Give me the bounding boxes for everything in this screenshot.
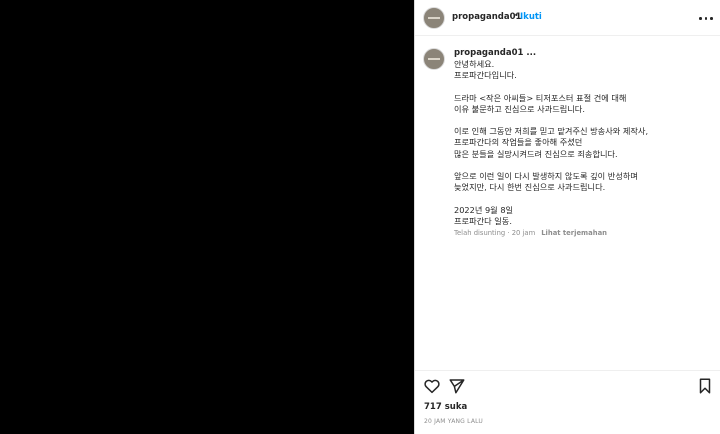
avatar[interactable] (423, 7, 445, 29)
bookmark-icon[interactable] (696, 377, 714, 395)
caption-text: 안녕하세요. 프로파간다입니다. 드라마 <작은 아씨들> 티저포스터 표절 건… (454, 59, 649, 226)
post-side-panel: propaganda01 • Ikuti propaganda01 ... 안녕… (414, 0, 720, 434)
post-timestamp[interactable]: 20 JAM YANG LALU (424, 418, 483, 425)
caption-username-link[interactable]: propaganda01 ... (454, 48, 536, 58)
follow-button[interactable]: Ikuti (520, 12, 542, 22)
separator-dot: • (514, 11, 519, 20)
post-media[interactable] (0, 0, 414, 434)
see-translation-link[interactable]: Lihat terjemahan (541, 229, 607, 237)
likes-count[interactable]: 717 suka (424, 402, 467, 412)
username-link[interactable]: propaganda01 (452, 12, 521, 22)
action-bar (415, 370, 720, 400)
edited-time-label: Telah disunting · 20 jam (454, 229, 536, 237)
caption-avatar[interactable] (423, 48, 445, 70)
post-header: propaganda01 • Ikuti (415, 0, 720, 36)
caption-area: propaganda01 ... 안녕하세요. 프로파간다입니다. 드라마 <작… (415, 40, 720, 370)
caption-meta: Telah disunting · 20 jam Lihat terjemahan (454, 229, 607, 237)
more-options-icon[interactable] (699, 12, 713, 24)
heart-icon[interactable] (423, 377, 441, 395)
send-icon[interactable] (448, 377, 466, 395)
